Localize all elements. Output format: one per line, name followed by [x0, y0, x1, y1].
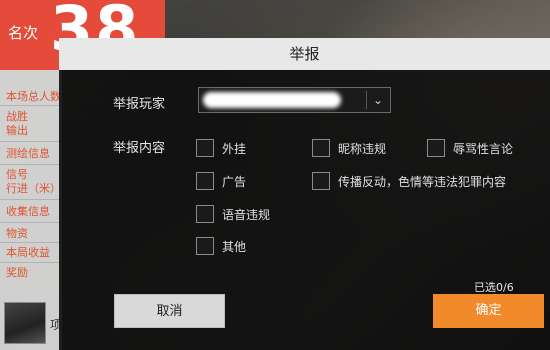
divider [0, 242, 62, 243]
stat-label: 本场总人数 [6, 90, 61, 103]
divider [0, 199, 62, 200]
stat-label: 输出 [6, 124, 28, 137]
selected-count: 已选0/6 [474, 281, 514, 294]
divider [0, 105, 62, 106]
stat-label: 奖励 [6, 266, 28, 279]
player-value [203, 92, 341, 108]
divider [0, 222, 62, 223]
chevron-down-icon[interactable]: ⌄ [373, 91, 383, 109]
game-screen: 本场总人数 战胜 输出 测绘信息 信号 行进（米） 收集信息 物资 本局收益 奖… [0, 0, 550, 350]
cancel-button[interactable]: 取消 [114, 294, 225, 328]
report-dialog: 举报 举报玩家 ⌄ 举报内容 外挂 昵称违规 辱骂性言论 广告 传播反动，色情等… [59, 38, 550, 350]
checkbox[interactable] [196, 139, 214, 157]
stat-label: 物资 [6, 227, 28, 240]
option-label: 传播反动，色情等违法犯罪内容 [338, 175, 507, 189]
option-label: 昵称违规 [338, 142, 387, 156]
stat-label: 收集信息 [6, 205, 50, 218]
checkbox[interactable] [196, 237, 214, 255]
rank-label: 名次 [8, 24, 39, 42]
avatar [4, 302, 46, 344]
checkbox[interactable] [312, 172, 330, 190]
divider [366, 91, 367, 109]
dialog-header: 举报 [59, 38, 550, 70]
divider [0, 262, 62, 263]
checkbox[interactable] [312, 139, 330, 157]
player-dropdown[interactable]: ⌄ [198, 87, 391, 113]
player-row: 项 [0, 298, 62, 350]
divider [0, 164, 62, 165]
option-label: 语音违规 [222, 208, 271, 222]
dialog-title: 举报 [289, 45, 320, 63]
checkbox[interactable] [196, 205, 214, 223]
confirm-button[interactable]: 确定 [433, 294, 544, 328]
stat-label: 战胜 [6, 110, 28, 123]
content-label: 举报内容 [113, 141, 166, 156]
option-label: 广告 [222, 175, 247, 189]
checkbox[interactable] [196, 172, 214, 190]
stat-label: 测绘信息 [6, 147, 50, 160]
player-label: 举报玩家 [113, 97, 166, 112]
option-label: 辱骂性言论 [453, 142, 514, 156]
checkbox[interactable] [427, 139, 445, 157]
stat-label: 本局收益 [6, 246, 50, 259]
option-label: 其他 [222, 240, 247, 254]
option-label: 外挂 [222, 142, 247, 156]
divider [0, 141, 62, 142]
stat-label: 信号 [6, 168, 28, 181]
stat-label: 行进（米） [6, 182, 61, 195]
